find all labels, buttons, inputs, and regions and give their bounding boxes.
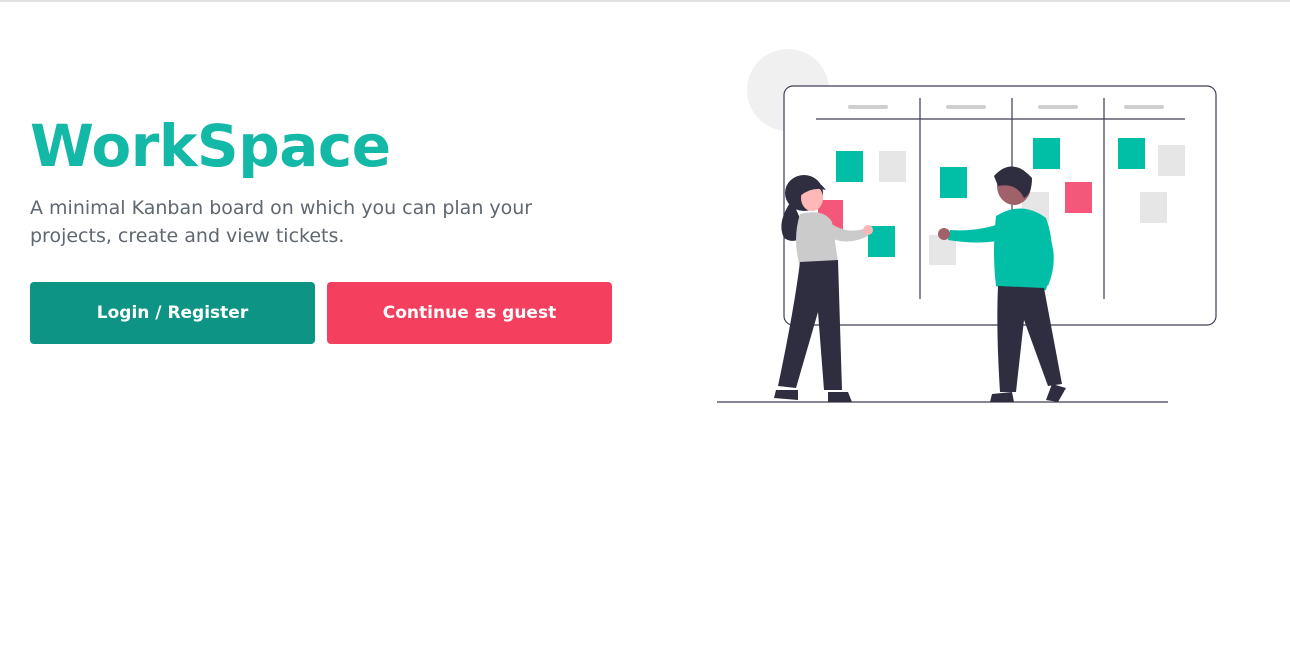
kanban-board-illustration xyxy=(717,49,1217,403)
login-register-button[interactable]: Login / Register xyxy=(30,282,315,344)
app-title: WorkSpace xyxy=(30,112,391,180)
top-border xyxy=(0,0,1290,2)
ticket xyxy=(879,151,906,182)
column-header xyxy=(1038,105,1078,109)
ticket xyxy=(1158,145,1185,176)
ticket xyxy=(940,167,967,198)
column-header xyxy=(848,105,888,109)
ticket xyxy=(1140,192,1167,223)
hero-section: WorkSpace A minimal Kanban board on whic… xyxy=(30,108,630,250)
app-description: A minimal Kanban board on which you can … xyxy=(30,197,533,247)
ticket xyxy=(1065,182,1092,213)
ticket xyxy=(836,151,863,182)
action-buttons: Login / Register Continue as guest xyxy=(30,282,612,344)
continue-as-guest-button[interactable]: Continue as guest xyxy=(327,282,612,344)
ticket xyxy=(1118,138,1145,169)
ticket xyxy=(1033,138,1060,169)
column-header xyxy=(946,105,986,109)
column-header xyxy=(1124,105,1164,109)
